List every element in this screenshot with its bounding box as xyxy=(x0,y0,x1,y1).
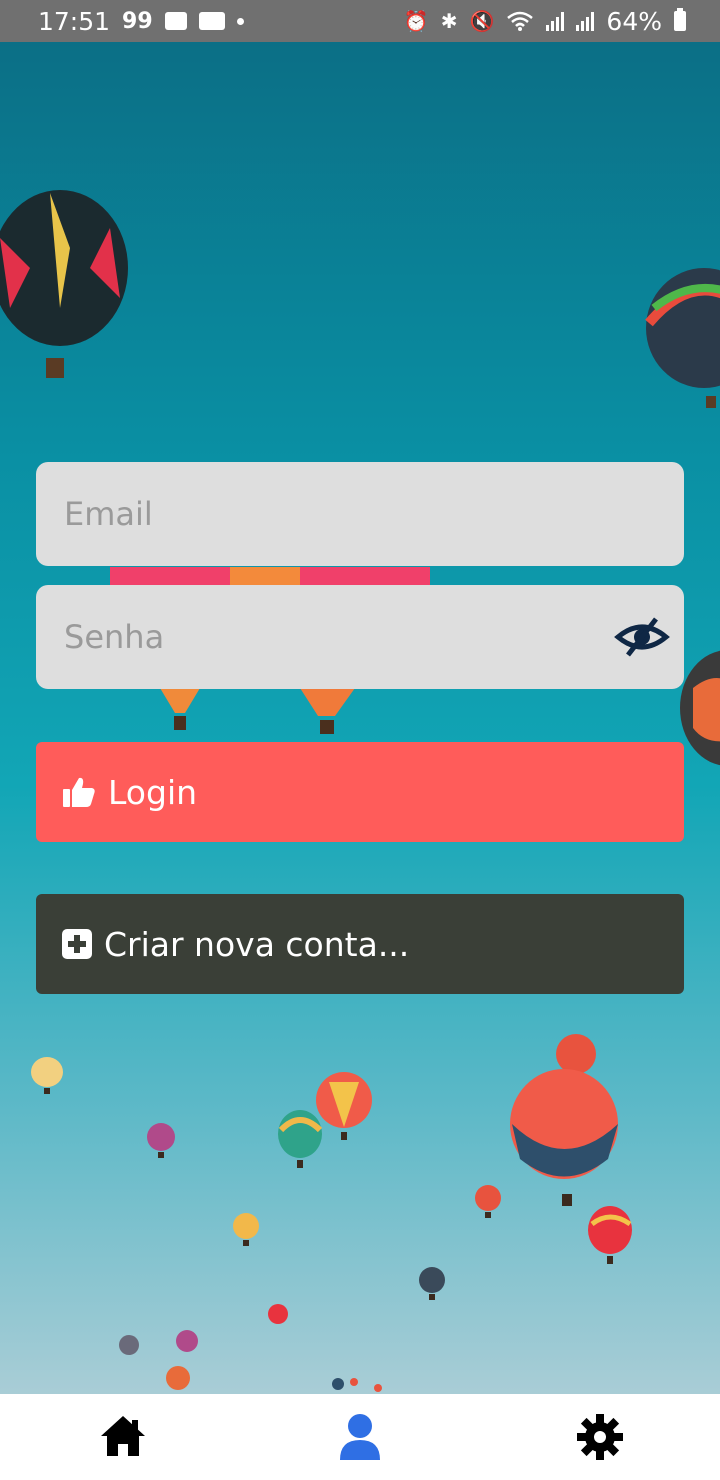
login-button[interactable]: Login xyxy=(36,742,684,842)
battery-text: 64% xyxy=(606,6,662,36)
password-input[interactable] xyxy=(62,617,606,657)
balloon-illustration xyxy=(510,1034,618,1206)
balloon-illustration xyxy=(166,1366,190,1390)
bottom-navigation xyxy=(0,1394,720,1480)
balloon-illustration xyxy=(278,1110,323,1168)
balloon-illustration xyxy=(332,1378,382,1392)
balloon-illustration xyxy=(160,688,355,734)
status-bar-right: ⏰ ✱ 🔇 64% xyxy=(404,7,686,36)
status-bar-left: 17:51 99 xyxy=(38,7,244,36)
balloon-illustration xyxy=(268,1304,288,1324)
mute-icon: 🔇 xyxy=(469,9,495,33)
email-input[interactable] xyxy=(62,494,606,534)
notification-badge: 99 xyxy=(122,8,153,34)
settings-icon[interactable] xyxy=(575,1412,625,1462)
home-icon[interactable] xyxy=(98,1412,148,1462)
login-button-label: Login xyxy=(108,772,198,812)
battery-icon xyxy=(674,8,686,31)
dot-icon xyxy=(236,17,244,25)
balloon-illustration xyxy=(147,1123,175,1158)
balloon-illustration xyxy=(475,1185,501,1218)
status-time: 17:51 xyxy=(38,6,111,36)
balloon-illustration xyxy=(680,650,720,766)
status-bar: 17:51 99 ⏰ ✱ 🔇 64% xyxy=(0,0,720,42)
balloon-illustration xyxy=(0,190,128,378)
balloon-illustration xyxy=(588,1206,632,1264)
youtube-icon xyxy=(198,12,225,30)
plus-square-icon xyxy=(62,929,92,959)
user-icon[interactable] xyxy=(335,1412,385,1462)
password-field[interactable] xyxy=(36,585,684,689)
create-account-label: Criar nova conta... xyxy=(104,924,410,964)
create-account-button[interactable]: Criar nova conta... xyxy=(36,894,684,994)
alarm-icon: ⏰ xyxy=(403,9,429,33)
thumbs-up-icon xyxy=(63,777,95,807)
balloon-illustration xyxy=(645,268,720,408)
signal-icon xyxy=(546,11,565,31)
balloon-illustration xyxy=(233,1213,259,1246)
background-image xyxy=(0,42,720,1394)
signal-icon xyxy=(576,11,595,31)
eye-slash-icon[interactable] xyxy=(614,613,670,661)
message-icon xyxy=(164,12,187,30)
balloon-illustration xyxy=(119,1335,139,1355)
bluetooth-icon: ✱ xyxy=(440,9,458,33)
wifi-icon xyxy=(507,11,534,31)
balloon-illustration xyxy=(31,1057,63,1094)
balloon-illustration xyxy=(419,1267,445,1300)
email-field[interactable] xyxy=(36,462,684,566)
balloon-illustration xyxy=(176,1330,198,1352)
